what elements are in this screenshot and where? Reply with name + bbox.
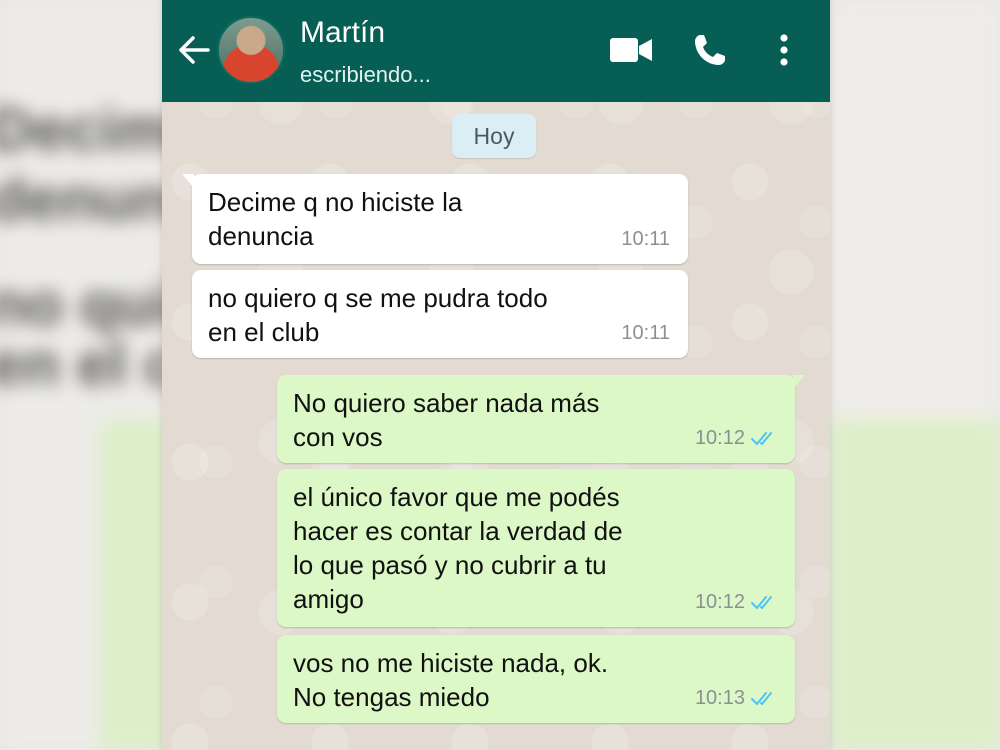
message-time: 10:11 <box>621 228 670 250</box>
bubble-tail <box>793 375 805 389</box>
outgoing-message[interactable]: No quiero saber nada más con vos 10:12 <box>277 375 805 463</box>
outgoing-message[interactable]: vos no me hiciste nada, ok. No tengas mi… <box>277 635 795 723</box>
double-check-read-icon <box>751 596 772 610</box>
more-options-button[interactable] <box>770 28 798 72</box>
blurred-green-bubble <box>830 420 1000 750</box>
message-text: Decime q no hiciste la denuncia <box>208 187 463 251</box>
voice-call-button[interactable] <box>690 28 730 72</box>
more-options-icon <box>780 34 788 66</box>
message-meta: 10:11 <box>621 316 670 350</box>
outgoing-message[interactable]: el único favor que me podés hacer es con… <box>277 469 795 627</box>
message-text: No quiero saber nada más con vos <box>293 388 600 452</box>
incoming-message[interactable]: Decime q no hiciste la denuncia 10:11 <box>182 174 688 264</box>
back-arrow-icon <box>179 36 210 64</box>
message-meta: 10:11 <box>621 222 670 256</box>
avatar[interactable] <box>217 16 285 84</box>
message-text: no quiero q se me pudra todo en el club <box>208 283 548 347</box>
blurred-green-bubble <box>100 420 170 750</box>
message-time: 10:12 <box>694 591 745 613</box>
phone-call-icon <box>695 35 725 65</box>
message-text: el único favor que me podés hacer es con… <box>293 482 623 614</box>
back-button[interactable] <box>174 28 214 72</box>
message-time: 10:11 <box>621 322 670 344</box>
contact-name[interactable]: Martín <box>300 16 385 50</box>
date-chip: Hoy <box>452 114 536 158</box>
double-check-read-icon <box>751 692 772 706</box>
video-call-button[interactable] <box>607 28 655 72</box>
message-text: vos no me hiciste nada, ok. No tengas mi… <box>293 648 609 712</box>
message-time: 10:13 <box>694 687 745 709</box>
double-check-read-icon <box>751 432 772 446</box>
contact-status: escribiendo... <box>300 62 431 87</box>
message-meta: 10:12 <box>695 421 777 455</box>
message-time: 10:12 <box>694 427 745 449</box>
message-meta: 10:13 <box>695 681 777 715</box>
chat-screen: Martín escribiendo... Hoy Decime q no hi… <box>162 0 830 750</box>
message-meta: 10:12 <box>695 585 777 619</box>
chat-header: Martín escribiendo... <box>162 0 830 102</box>
bubble-tail <box>182 174 194 188</box>
incoming-message[interactable]: no quiero q se me pudra todo en el club … <box>192 270 688 358</box>
video-call-icon <box>610 38 652 62</box>
screenshot-stage: Decime denuncia no quiero en el club Mar… <box>0 0 1000 750</box>
